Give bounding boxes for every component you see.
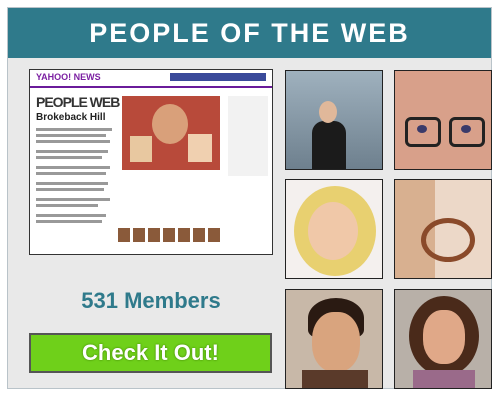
people-of-the-web-widget: PEOPLE OF THE WEB YAHOO! NEWS PEOPLE WEB… [7,7,492,389]
preview-text-line [36,128,112,131]
preview-sidebar [228,96,268,176]
preview-text-line [36,220,102,223]
member-avatar-glasses-closeup[interactable] [394,70,492,170]
site-preview-thumbnail[interactable]: YAHOO! NEWS PEOPLE WEB Brokeback Hill [29,69,273,255]
preview-text-line [36,172,106,175]
preview-text-line [36,182,108,185]
member-avatar-glasses-profile[interactable] [394,179,492,279]
member-avatar-sailor[interactable] [285,70,383,170]
member-avatar-woman[interactable] [394,289,492,389]
preview-topbar: YAHOO! NEWS [30,70,272,88]
preview-text-line [36,140,110,143]
preview-text-line [36,214,106,217]
preview-feature-photo [122,96,220,170]
member-avatar-blonde[interactable] [285,179,383,279]
preview-headline: Brokeback Hill [36,112,106,123]
check-it-out-button[interactable]: Check It Out! [29,333,272,373]
members-count: 531 Members [81,288,221,313]
preview-text-line [36,150,108,153]
preview-text-line [36,156,102,159]
preview-text-line [36,134,106,137]
preview-text-line [36,188,104,191]
preview-nav-bar [170,73,266,81]
preview-member-strip [118,228,220,242]
widget-title: PEOPLE OF THE WEB [8,8,491,58]
preview-text-line [36,204,98,207]
people-web-logo: PEOPLE WEB [36,94,120,110]
yahoo-news-logo: YAHOO! NEWS [36,72,101,82]
member-avatar-man[interactable] [285,289,383,389]
preview-text-line [36,166,110,169]
preview-text-line [36,198,110,201]
